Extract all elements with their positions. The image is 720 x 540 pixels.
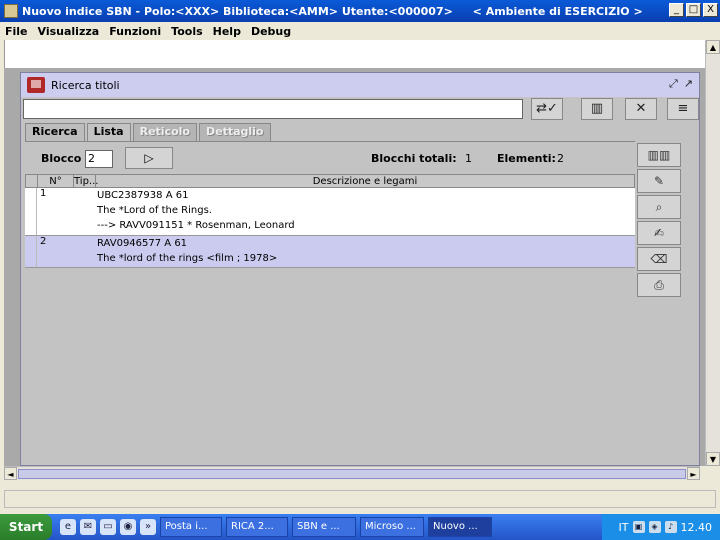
results-table: N° Tip... Descrizione e legami 1 UBC2387… [25,174,635,268]
outlook-icon[interactable]: ✉ [80,519,96,535]
horizontal-scrollbar[interactable]: ◄ ► [4,466,700,480]
header-selector [26,175,38,187]
confirm-icon[interactable]: ⇄✓ [531,98,563,120]
frame-restore-icon[interactable]: ⤢ [669,77,678,91]
table-row[interactable]: 1 UBC2387938 A 61 The *Lord of the Rings… [25,188,635,236]
system-tray: IT ▣ ◈ ♪ 12.40 [602,514,720,540]
search-input[interactable] [23,99,523,119]
quick-launch: e ✉ ▭ ◉ » [60,519,156,535]
frame-toolbar: ⇄✓ ▥ ✕ ≡ [21,97,699,121]
firefox-icon[interactable]: ◉ [120,519,136,535]
status-bar [4,490,716,508]
row-number: 2 [40,236,47,247]
frame-titlebar: Ricerca titoli ⤢ ↗ [21,73,699,97]
task-rica[interactable]: RICA 2... [226,517,288,537]
edit-icon[interactable]: ✎ [637,169,681,193]
frame-title: Ricerca titoli [51,78,120,92]
description-line: RAV0946577 A 61 [97,238,188,249]
scroll-up-icon[interactable]: ▲ [706,40,720,54]
description-line: The *Lord of the Rings. [97,205,212,216]
scroll-left-icon[interactable]: ◄ [4,467,17,480]
notepad-icon[interactable]: ✍ [637,221,681,245]
vertical-scrollbar[interactable]: ▲ ▼ [705,40,720,466]
blocchi-totali-label: Blocchi totali: [371,152,457,165]
menu-funzioni[interactable]: Funzioni [104,25,166,38]
row-selector [25,188,37,235]
menu-visualizza[interactable]: Visualizza [33,25,105,38]
description-line: The *lord of the rings <film ; 1978> [97,253,278,264]
task-microsoft[interactable]: Microso ... [360,517,424,537]
window-title: Nuovo indice SBN - Polo:<XXX> Biblioteca… [22,5,659,18]
frame-maximize-icon[interactable]: ↗ [684,77,693,91]
menu-file[interactable]: File [0,25,33,38]
desktop-icon[interactable]: ▭ [100,519,116,535]
more-quicklaunch-icon[interactable]: » [140,519,156,535]
taskbar: Start e ✉ ▭ ◉ » Posta i... RICA 2... SBN… [0,514,720,540]
start-button[interactable]: Start [0,514,52,540]
menu-debug[interactable]: Debug [246,25,296,38]
menu-help[interactable]: Help [208,25,246,38]
tab-ricerca[interactable]: Ricerca [25,123,85,141]
header-number[interactable]: N° [38,175,74,187]
close-button[interactable]: X [703,3,718,17]
table-header: N° Tip... Descrizione e legami [25,174,635,188]
eraser-icon[interactable]: ⌫ [637,247,681,271]
scroll-right-icon[interactable]: ► [687,467,700,480]
description-line: UBC2387938 A 61 [97,190,189,201]
header-tipo[interactable]: Tip... [74,175,98,187]
tab-dettaglio: Dettaglio [198,123,271,141]
scroll-down-icon[interactable]: ▼ [706,452,720,466]
row-selector [25,236,37,267]
print-icon[interactable]: ⎙ [637,273,681,297]
elementi-label: Elementi: [497,152,556,165]
task-nuovo[interactable]: Nuovo ... [428,517,492,537]
window-title-main: Nuovo indice SBN - Polo:<XXX> Biblioteca… [22,4,453,18]
cancel-icon[interactable]: ✕ [625,98,657,120]
lista-panel: Blocco 2 ▷ Blocchi totali: 1 Elementi: 2… [25,141,635,463]
tray-volume-icon[interactable]: ♪ [664,521,677,533]
menu-bar: File Visualizza Funzioni Tools Help Debu… [0,22,720,40]
description-line: ---> RAVV091151 * Rosenman, Leonard [97,220,295,231]
ricerca-titoli-frame: Ricerca titoli ⤢ ↗ ⇄✓ ▥ ✕ ≡ Ricerca List… [20,72,700,466]
horizontal-scroll-thumb[interactable] [18,469,686,479]
window-title-env: < Ambiente di ESERCIZIO > [472,4,643,18]
tray-network-icon[interactable]: ▣ [632,521,645,533]
ie-icon[interactable]: e [60,519,76,535]
row-description: RAV0946577 A 61 The *lord of the rings <… [95,236,635,267]
list-icon[interactable]: ≡ [667,98,699,120]
book-icon [27,77,45,93]
tray-security-icon[interactable]: ◈ [648,521,661,533]
side-toolbar: ▥▥ ✎ ⌕ ✍ ⌫ ⎙ [637,143,685,299]
blocco-label: Blocco [41,152,82,165]
blocco-input[interactable]: 2 [85,150,113,168]
language-indicator[interactable]: IT [619,521,629,534]
app-icon [4,4,18,18]
blocchi-totali-value: 1 [465,152,472,165]
table-row-selected[interactable]: 2 RAV0946577 A 61 The *lord of the rings… [25,236,635,268]
window-titlebar: Nuovo indice SBN - Polo:<XXX> Biblioteca… [0,0,720,22]
search-doc-icon[interactable]: ⌕ [637,195,681,219]
minimize-button[interactable]: _ [669,3,684,17]
menu-tools[interactable]: Tools [166,25,207,38]
clock: 12.40 [680,520,713,534]
maximize-button[interactable]: □ [686,3,701,17]
row-description: UBC2387938 A 61 The *Lord of the Rings. … [95,188,635,235]
tab-reticolo: Reticolo [132,123,197,141]
library-icon[interactable]: ▥ [581,98,613,120]
header-descrizione[interactable]: Descrizione e legami [96,175,634,187]
tab-strip: Ricerca Lista Reticolo Dettaglio [25,123,273,141]
tab-lista[interactable]: Lista [86,123,131,141]
row-tipo [73,236,95,267]
row-number: 1 [40,188,47,199]
row-tipo [73,188,95,235]
task-sbn[interactable]: SBN e ... [292,517,356,537]
books-icon[interactable]: ▥▥ [637,143,681,167]
task-posta[interactable]: Posta i... [160,517,222,537]
elementi-value: 2 [557,152,564,165]
block-controls: Blocco 2 ▷ Blocchi totali: 1 Elementi: 2 [25,146,635,169]
next-block-button[interactable]: ▷ [125,147,173,169]
